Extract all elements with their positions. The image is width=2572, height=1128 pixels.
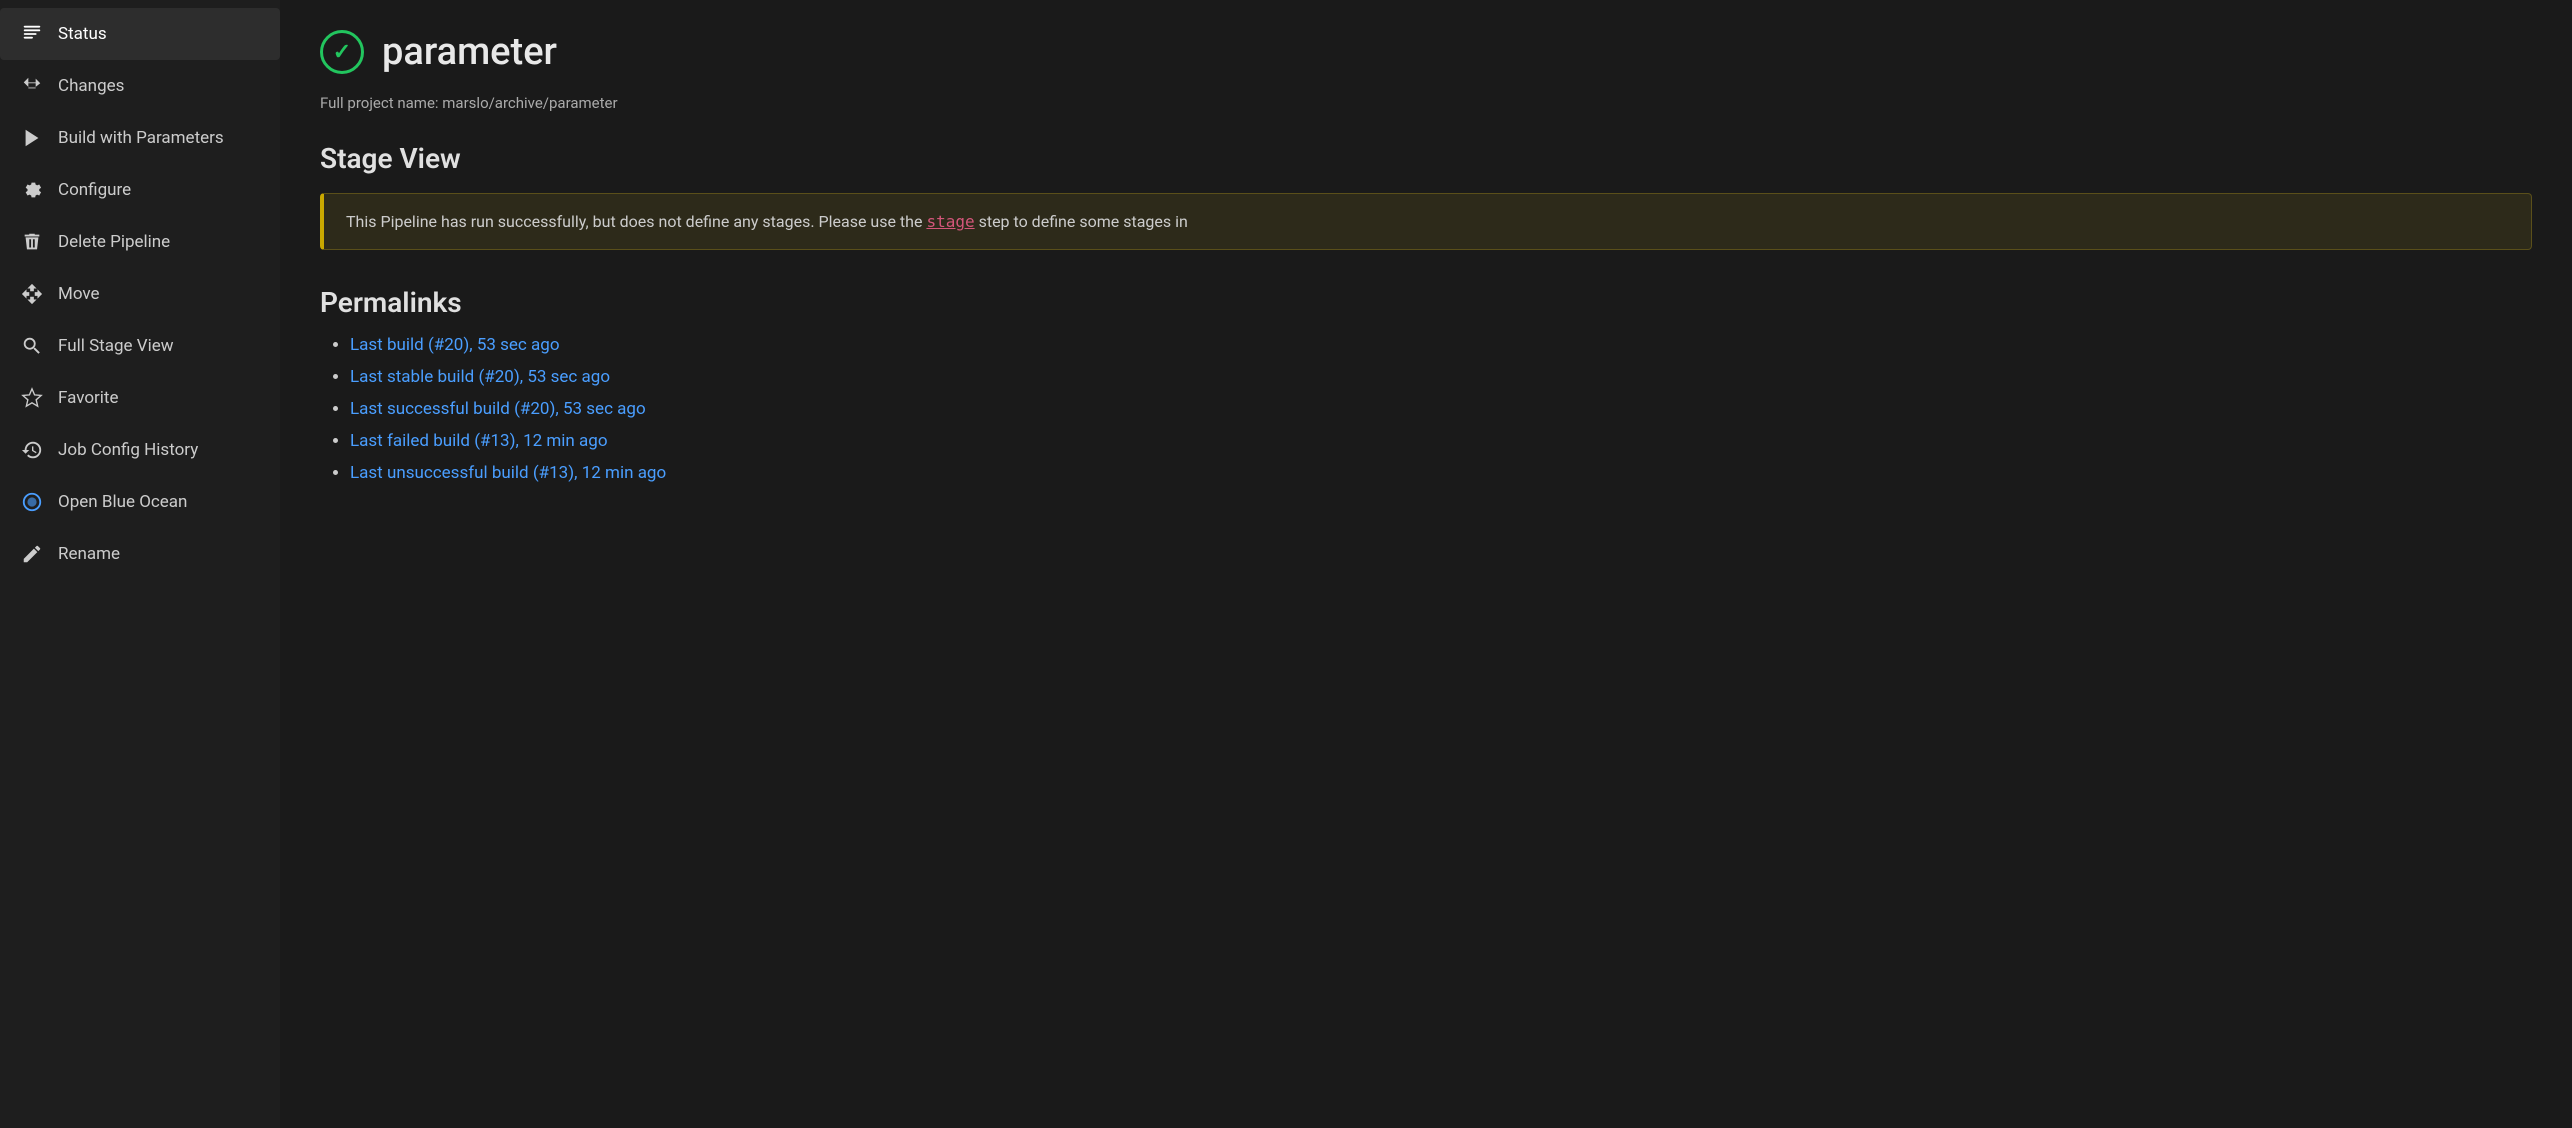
list-item: Last build (#20), 53 sec ago bbox=[350, 335, 2532, 355]
rename-icon bbox=[20, 542, 44, 566]
sidebar-item-label: Favorite bbox=[58, 388, 119, 408]
list-item: Last successful build (#20), 53 sec ago bbox=[350, 399, 2532, 419]
status-success-icon: ✓ bbox=[320, 30, 364, 74]
sidebar-item-label: Job Config History bbox=[58, 440, 198, 460]
move-icon bbox=[20, 282, 44, 306]
stage-view-title: Stage View bbox=[320, 142, 2532, 175]
sidebar-item-delete-pipeline[interactable]: Delete Pipeline bbox=[0, 216, 280, 268]
star-icon bbox=[20, 386, 44, 410]
permalink-link-last-failed-build[interactable]: Last failed build (#13), 12 min ago bbox=[350, 431, 608, 451]
sidebar-item-configure[interactable]: Configure bbox=[0, 164, 280, 216]
sidebar-item-label: Build with Parameters bbox=[58, 128, 224, 148]
sidebar-item-label: Delete Pipeline bbox=[58, 232, 170, 252]
sidebar-item-build-with-parameters[interactable]: Build with Parameters bbox=[0, 112, 280, 164]
sidebar-item-label: Move bbox=[58, 284, 100, 304]
permalink-link-last-successful-build[interactable]: Last successful build (#20), 53 sec ago bbox=[350, 399, 646, 419]
full-project-name-value: marslo/archive/parameter bbox=[442, 94, 617, 112]
sidebar-item-job-config-history[interactable]: Job Config History bbox=[0, 424, 280, 476]
sidebar-item-rename[interactable]: Rename bbox=[0, 528, 280, 580]
search-icon bbox=[20, 334, 44, 358]
list-item: Last failed build (#13), 12 min ago bbox=[350, 431, 2532, 451]
sidebar-item-status[interactable]: Status bbox=[0, 8, 280, 60]
full-project-name-label: Full project name: bbox=[320, 94, 439, 112]
blue-ocean-icon bbox=[20, 490, 44, 514]
sidebar-item-move[interactable]: Move bbox=[0, 268, 280, 320]
history-icon bbox=[20, 438, 44, 462]
sidebar-item-label: Configure bbox=[58, 180, 131, 200]
permalink-link-last-unsuccessful-build[interactable]: Last unsuccessful build (#13), 12 min ag… bbox=[350, 463, 666, 483]
sidebar: Status Changes Build with Parameters Con… bbox=[0, 0, 280, 1128]
list-item: Last unsuccessful build (#13), 12 min ag… bbox=[350, 463, 2532, 483]
list-item: Last stable build (#20), 53 sec ago bbox=[350, 367, 2532, 387]
gear-icon bbox=[20, 178, 44, 202]
changes-icon bbox=[20, 74, 44, 98]
build-icon bbox=[20, 126, 44, 150]
permalinks-title: Permalinks bbox=[320, 286, 2532, 319]
page-header: ✓ parameter bbox=[320, 30, 2532, 74]
status-icon bbox=[20, 22, 44, 46]
trash-icon bbox=[20, 230, 44, 254]
sidebar-item-open-blue-ocean[interactable]: Open Blue Ocean bbox=[0, 476, 280, 528]
sidebar-item-label: Changes bbox=[58, 76, 124, 96]
sidebar-item-label: Status bbox=[58, 24, 107, 44]
sidebar-item-full-stage-view[interactable]: Full Stage View bbox=[0, 320, 280, 372]
stage-link[interactable]: stage bbox=[926, 212, 974, 231]
sidebar-item-label: Open Blue Ocean bbox=[58, 492, 187, 512]
sidebar-item-label: Full Stage View bbox=[58, 336, 174, 356]
sidebar-item-favorite[interactable]: Favorite bbox=[0, 372, 280, 424]
warning-text-before: This Pipeline has run successfully, but … bbox=[346, 212, 926, 231]
sidebar-item-changes[interactable]: Changes bbox=[0, 60, 280, 112]
permalink-link-last-build[interactable]: Last build (#20), 53 sec ago bbox=[350, 335, 560, 355]
full-project-name: Full project name: marslo/archive/parame… bbox=[320, 94, 2532, 112]
main-content: ✓ parameter Full project name: marslo/ar… bbox=[280, 0, 2572, 1128]
stage-view-warning: This Pipeline has run successfully, but … bbox=[320, 193, 2532, 250]
page-title: parameter bbox=[382, 30, 557, 74]
permalink-link-last-stable-build[interactable]: Last stable build (#20), 53 sec ago bbox=[350, 367, 610, 387]
warning-text-after: step to define some stages in bbox=[975, 212, 1188, 231]
permalinks-list: Last build (#20), 53 sec ago Last stable … bbox=[320, 335, 2532, 483]
sidebar-item-label: Rename bbox=[58, 544, 120, 564]
